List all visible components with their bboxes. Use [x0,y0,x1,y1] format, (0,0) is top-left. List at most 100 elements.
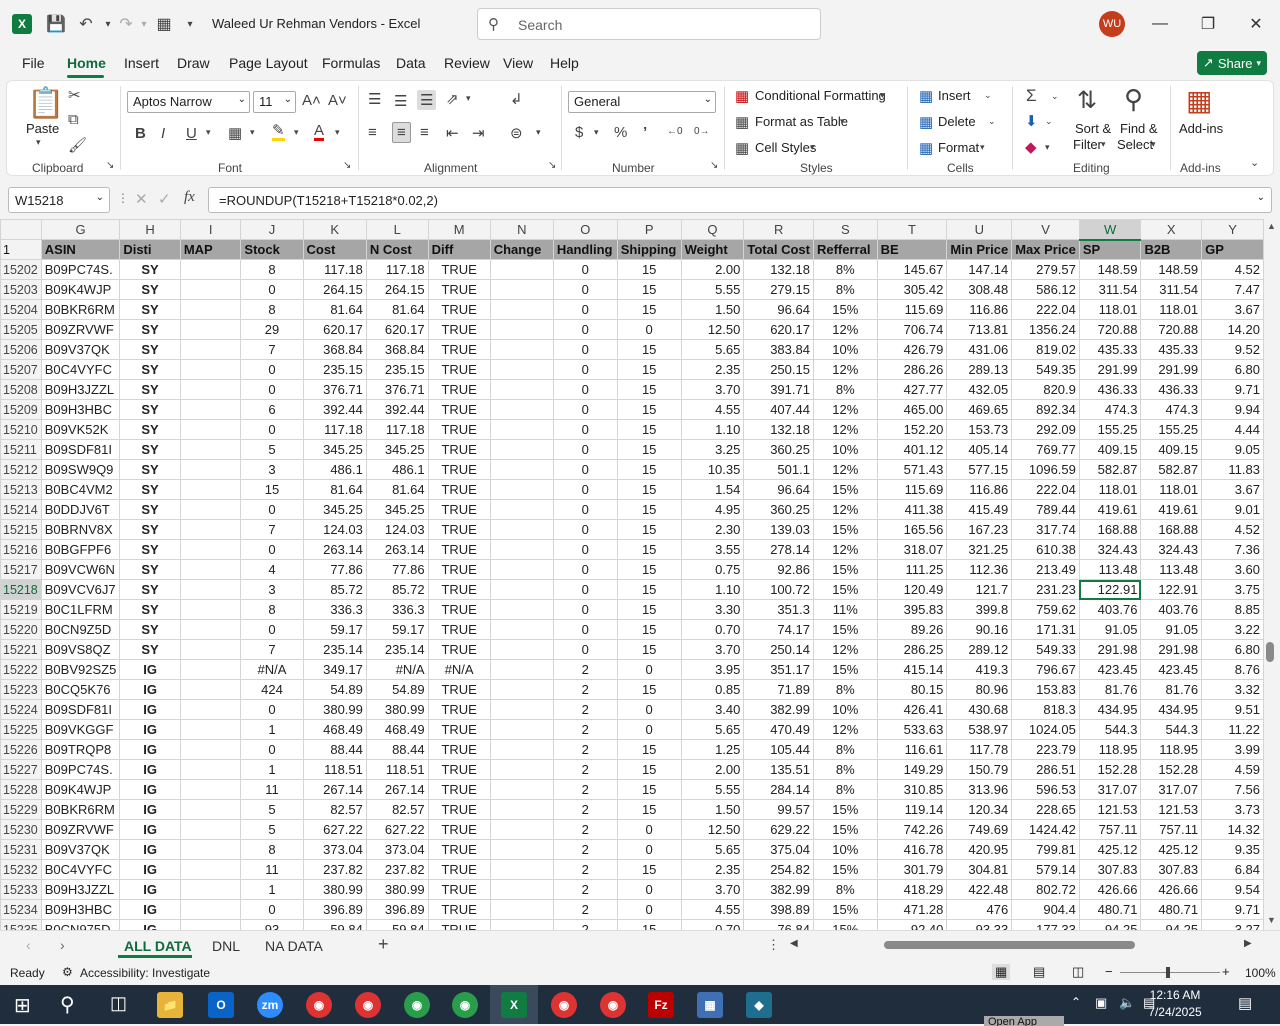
cell[interactable] [179,579,242,600]
cell[interactable]: 0 [616,839,682,860]
cell[interactable]: 118.51 [365,759,429,780]
cell[interactable]: 0.70 [680,619,745,640]
cell[interactable]: 360.25 [743,499,814,520]
cell[interactable]: 620.17 [302,319,367,340]
cell[interactable]: 373.04 [365,839,429,860]
cell[interactable]: 307.83 [1140,859,1203,880]
cell[interactable] [179,639,242,660]
cell[interactable]: 85.72 [365,579,429,600]
cell[interactable]: 468.49 [365,719,429,740]
cell[interactable]: 0 [616,879,682,900]
cell[interactable]: 118.01 [1078,479,1142,500]
cell[interactable]: 3 [240,579,304,600]
cell[interactable]: B0C4VYFC [40,359,121,380]
cell[interactable]: 93.33 [946,919,1013,930]
cell[interactable]: 2 [552,739,618,760]
cell[interactable]: 0 [552,619,618,640]
column-header[interactable]: I [179,219,242,240]
cell[interactable]: 383.84 [743,339,814,360]
cell[interactable]: TRUE [427,259,491,280]
cell[interactable]: 419.3 [946,659,1013,680]
cell[interactable]: 118.95 [1078,739,1142,760]
align-right-icon[interactable]: ≡ [420,124,429,141]
cell[interactable]: 308.48 [946,279,1013,300]
cell[interactable]: TRUE [427,499,491,520]
cell[interactable]: 411.38 [876,499,948,520]
insert-cells-icon[interactable]: ▦ [919,87,933,105]
cell[interactable]: B0CN975D [40,919,121,930]
cell[interactable]: 74.17 [743,619,814,640]
cell[interactable]: 15 [616,259,682,280]
cell[interactable]: 2.00 [680,759,745,780]
cancel-entry-icon[interactable]: ✕ [135,190,148,208]
cell[interactable]: 351.17 [743,659,814,680]
cell[interactable]: TRUE [427,359,491,380]
cell[interactable]: 586.12 [1011,279,1080,300]
orientation-dropdown-icon[interactable]: ▾ [466,93,471,104]
cell[interactable]: 2 [552,779,618,800]
cell[interactable]: SY [119,439,181,460]
cell[interactable] [179,599,242,620]
cell[interactable]: 405.14 [946,439,1013,460]
row-header[interactable]: 15235 [0,919,42,930]
cell[interactable]: 336.3 [302,599,367,620]
cell[interactable]: B0BKR6RM [40,299,121,320]
cell[interactable]: SY [119,479,181,500]
cell[interactable]: TRUE [427,459,491,480]
cell[interactable]: 2 [552,759,618,780]
cell[interactable]: 4.44 [1201,419,1264,440]
add-ins-button[interactable]: Add-ins [1179,121,1223,136]
cell[interactable]: SY [119,519,181,540]
cell[interactable]: 235.15 [302,359,367,380]
tab-review[interactable]: Review [444,55,490,71]
cell[interactable]: 15 [616,419,682,440]
cell[interactable]: 571.43 [876,459,948,480]
cell[interactable]: 235.14 [365,639,429,660]
cell[interactable]: 403.76 [1078,599,1142,620]
redo-icon[interactable]: ↷ [116,14,136,34]
cell[interactable]: 416.78 [876,839,948,860]
cell[interactable]: 155.25 [1078,419,1142,440]
cell[interactable]: #N/A [240,659,304,680]
show-hidden-icons-icon[interactable]: ⌃ [1071,995,1081,1009]
cell[interactable]: TRUE [427,719,491,740]
undo-dropdown-icon[interactable]: ▾ [98,14,118,34]
cell[interactable]: 0 [552,359,618,380]
cell[interactable] [489,599,554,620]
cell[interactable]: TRUE [427,439,491,460]
cell[interactable]: 149.29 [876,759,948,780]
cell[interactable] [179,899,242,920]
cell[interactable] [179,519,242,540]
cell[interactable]: 15 [616,619,682,640]
conditional-formatting-button[interactable]: Conditional Formatting [755,88,886,103]
cell[interactable]: 434.95 [1140,699,1203,720]
cell[interactable]: B09TRQP8 [40,739,121,760]
cell[interactable]: IG [119,919,181,930]
cell[interactable]: 820.9 [1011,379,1080,400]
cell[interactable]: TRUE [427,479,491,500]
cell[interactable]: SY [119,359,181,380]
cell[interactable]: 579.14 [1011,859,1080,880]
cell[interactable]: 310.85 [876,779,948,800]
cell[interactable]: B0CN9Z5D [40,619,121,640]
cell[interactable]: 115.69 [876,479,948,500]
normal-view-icon[interactable]: ▦ [992,964,1011,980]
cell[interactable]: 317.07 [1140,779,1203,800]
cell[interactable]: 118.95 [1140,739,1203,760]
cell[interactable]: 0.75 [680,559,745,580]
cell[interactable] [489,319,554,340]
cell[interactable]: 789.44 [1011,499,1080,520]
cell[interactable]: 264.15 [365,279,429,300]
cell[interactable]: 222.04 [1011,479,1080,500]
cell[interactable]: 0.85 [680,679,745,700]
cell[interactable]: 235.14 [302,639,367,660]
cell[interactable]: 627.22 [365,819,429,840]
cell[interactable]: 152.28 [1140,759,1203,780]
cell[interactable]: 77.86 [365,559,429,580]
row-header[interactable]: 15234 [0,899,42,920]
column-header[interactable]: L [365,219,429,240]
cell[interactable]: 132.18 [743,419,814,440]
cell[interactable]: B09VKGGF [40,719,121,740]
cell[interactable]: B0C4VYFC [40,859,121,880]
sheet-tab-dnl[interactable]: DNL [212,938,240,954]
